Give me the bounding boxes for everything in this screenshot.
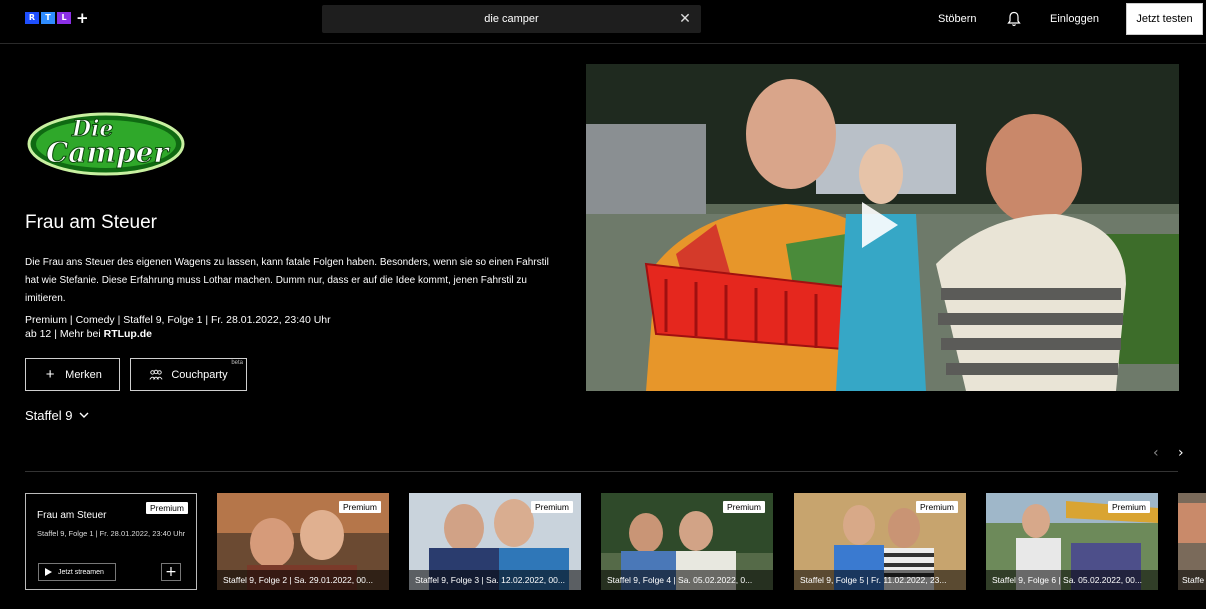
episode-card-caption: Staffel 9, Folge 6 | Sa. 05.02.2022, 00.… — [986, 570, 1158, 590]
stream-now-button[interactable]: Jetzt streamen — [38, 563, 116, 581]
age-rating-line: ab 12 | Mehr bei RTLup.de — [25, 326, 152, 342]
premium-badge: Premium — [530, 501, 573, 513]
episode-card-caption: Staffel 9, Folge 3 | Sa. 12.02.2022, 00.… — [409, 570, 581, 590]
logo-letter-r: R — [25, 12, 39, 24]
episode-card-1[interactable]: Premium Frau am Steuer Staffel 9, Folge … — [25, 493, 197, 590]
nav-browse-link[interactable]: Stöbern — [938, 13, 977, 25]
episode-card-6[interactable]: Premium Staffel 9, Folge 6 | Sa. 05.02.2… — [986, 493, 1158, 590]
chevron-down-icon — [79, 412, 89, 418]
group-icon — [149, 369, 163, 380]
episode-description: Die Frau ans Steuer des eigenen Wagens z… — [25, 257, 549, 304]
row-next-arrow[interactable]: › — [1178, 445, 1184, 461]
close-icon[interactable]: ✕ — [677, 11, 693, 27]
stream-now-label: Jetzt streamen — [58, 568, 104, 576]
search-input[interactable] — [322, 5, 701, 33]
season-label: Staffel 9 — [25, 408, 73, 423]
rtl-plus-logo[interactable]: R T L + — [25, 9, 89, 27]
episode-card-subtitle: Staffel 9, Folge 1 | Fr. 28.01.2022, 23:… — [37, 529, 186, 538]
play-icon — [45, 568, 52, 576]
episode-card-3[interactable]: Premium Staffel 9, Folge 3 | Sa. 12.02.2… — [409, 493, 581, 590]
premium-badge: Premium — [722, 501, 765, 513]
episode-card-caption: Staffe — [1178, 570, 1206, 590]
logo-plus: + — [76, 9, 89, 27]
premium-badge: Premium — [915, 501, 958, 513]
logo-letter-l: L — [57, 12, 71, 24]
row-prev-arrow[interactable]: ‹ — [1153, 445, 1159, 461]
premium-badge: Premium — [338, 501, 381, 513]
couchparty-label: Couchparty — [171, 368, 228, 381]
watchlist-label: Merken — [65, 368, 102, 381]
episode-card-caption: Staffel 9, Folge 2 | Sa. 29.01.2022, 00.… — [217, 570, 389, 590]
rtlup-link[interactable]: RTLup.de — [104, 328, 152, 340]
episode-card-title: Frau am Steuer — [37, 510, 107, 521]
add-to-list-button[interactable]: + — [161, 563, 181, 581]
show-logo-line2: Camper — [46, 136, 170, 169]
age-rating-text: ab 12 | Mehr bei — [25, 328, 104, 340]
login-link[interactable]: Einloggen — [1050, 13, 1099, 25]
play-icon[interactable] — [860, 200, 900, 250]
try-now-button[interactable]: Jetzt testen — [1126, 3, 1203, 35]
premium-badge: Premium — [145, 502, 188, 514]
episode-card-2[interactable]: Premium Staffel 9, Folge 2 | Sa. 29.01.2… — [217, 493, 389, 590]
plus-icon: + — [45, 366, 55, 383]
top-navigation-bar: R T L + ✕ Stöbern Einloggen Jetzt testen — [0, 0, 1206, 44]
die-camper-show-logo: Die Camper — [27, 112, 185, 176]
section-divider — [25, 471, 1178, 472]
episode-card-5[interactable]: Premium Staffel 9, Folge 5 | Fr. 11.02.2… — [794, 493, 966, 590]
premium-badge: Premium — [1107, 501, 1150, 513]
episode-card-4[interactable]: Premium Staffel 9, Folge 4 | Sa. 05.02.2… — [601, 493, 773, 590]
season-selector[interactable]: Staffel 9 — [25, 408, 89, 423]
episode-card-7[interactable]: Staffe — [1178, 493, 1206, 590]
watchlist-button[interactable]: + Merken — [25, 358, 120, 391]
bell-icon[interactable] — [1007, 11, 1021, 27]
episode-title: Frau am Steuer — [25, 212, 157, 233]
beta-badge: beta — [231, 360, 243, 366]
episode-card-caption: Staffel 9, Folge 5 | Fr. 11.02.2022, 23.… — [794, 570, 966, 590]
episode-card-caption: Staffel 9, Folge 4 | Sa. 05.02.2022, 0..… — [601, 570, 773, 590]
logo-letter-t: T — [41, 12, 55, 24]
couchparty-button[interactable]: Couchparty beta — [130, 358, 247, 391]
search-bar[interactable]: ✕ — [322, 5, 701, 33]
plus-icon: + — [165, 564, 177, 580]
